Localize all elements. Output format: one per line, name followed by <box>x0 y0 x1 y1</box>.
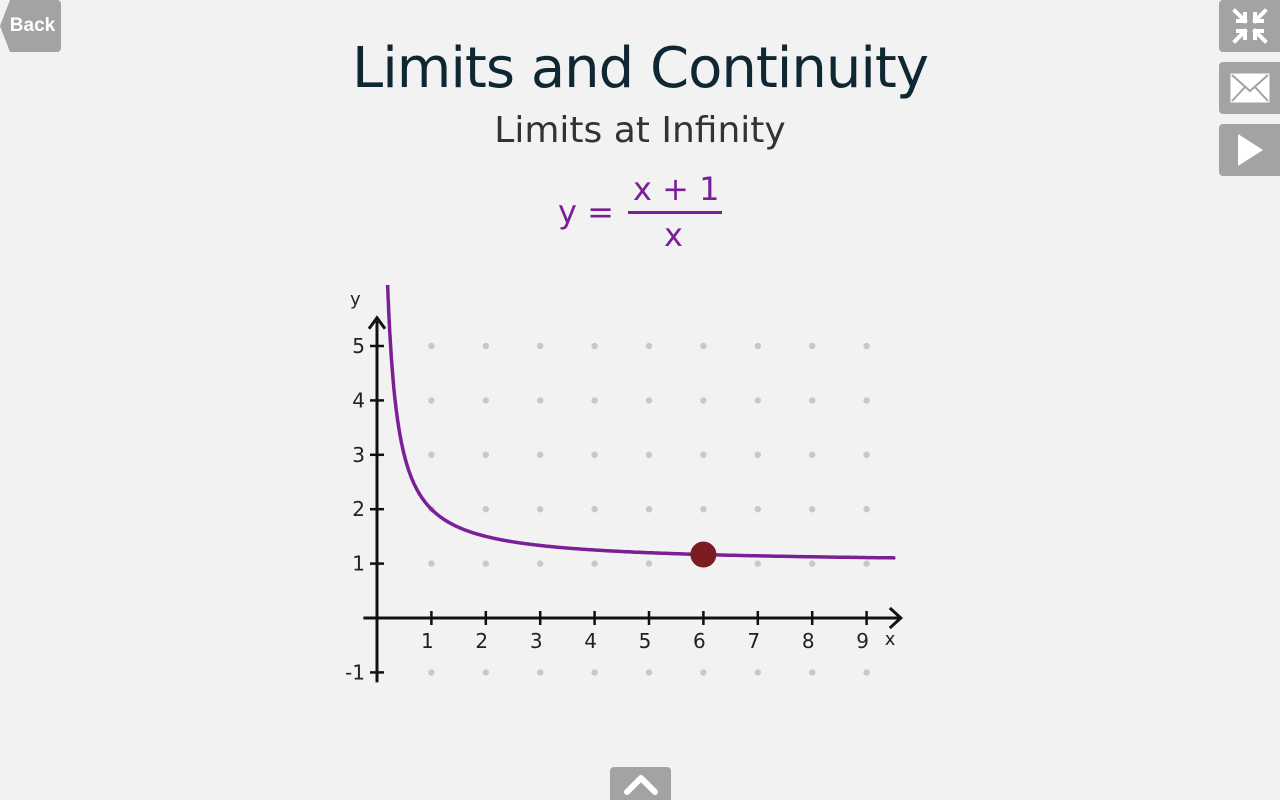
grid-dot <box>591 560 598 567</box>
y-tick-label: 3 <box>352 443 365 467</box>
x-tick-label: 5 <box>639 629 652 653</box>
formula-denominator: x <box>664 216 683 254</box>
grid-dot <box>863 451 870 458</box>
grid-dot <box>645 451 653 458</box>
grid-dot <box>591 451 598 458</box>
grid-dot <box>700 342 707 350</box>
grid-dot <box>754 342 761 350</box>
grid-dot <box>482 669 489 676</box>
grid-dot <box>482 506 489 513</box>
grid-dot <box>700 506 707 513</box>
grid-dot <box>863 560 870 567</box>
bottom-toggle-button[interactable] <box>610 767 671 800</box>
grid-dot <box>645 506 653 513</box>
x-tick-label: 2 <box>475 629 488 653</box>
grid-dot <box>863 506 870 513</box>
grid-dot <box>428 451 435 458</box>
grid-dot <box>591 397 598 404</box>
grid-dot <box>754 397 761 404</box>
grid-dot <box>482 451 489 458</box>
y-axis-label: y <box>350 289 361 310</box>
grid-dot <box>591 669 598 676</box>
grid-dot <box>482 560 489 567</box>
y-tick-label: 4 <box>352 388 365 412</box>
grid-dot <box>754 669 761 676</box>
grid-dot <box>428 669 435 676</box>
y-tick-label: -1 <box>345 660 365 684</box>
y-tick-label: 2 <box>352 497 365 521</box>
grid-dot <box>754 451 761 458</box>
grid-dot <box>537 342 544 350</box>
grid-dot <box>863 397 870 404</box>
grid-dot <box>537 560 544 567</box>
grid-dot <box>537 397 544 404</box>
grid-dot <box>537 506 544 513</box>
grid-dot <box>809 669 816 676</box>
grid-dot <box>809 506 816 513</box>
grid-dot <box>700 669 707 676</box>
grid-dot <box>700 397 707 404</box>
chevron-up-icon <box>623 774 658 795</box>
grid-dot <box>809 342 816 350</box>
grid-dot <box>754 506 761 513</box>
grid-dot <box>645 397 653 404</box>
lesson-title: Limits and Continuity <box>352 36 929 101</box>
x-tick-label: 8 <box>802 629 815 653</box>
x-tick-label: 4 <box>584 629 597 653</box>
grid-dot <box>428 560 435 567</box>
grid-dot <box>428 397 435 404</box>
formula-numerator: x + 1 <box>633 170 720 208</box>
x-tick-label: 1 <box>421 629 434 653</box>
x-axis-label: x <box>885 629 896 650</box>
grid-dot <box>537 669 544 676</box>
function-graph: 1 2 3 4 5 6 7 8 9 -1 1 2 3 4 5 x y <box>345 285 904 684</box>
grid-dot <box>591 506 598 513</box>
grid-dot <box>809 397 816 404</box>
x-tick-label: 3 <box>530 629 543 653</box>
lesson-subtitle: Limits at Infinity <box>494 110 786 151</box>
x-tick-label: 6 <box>693 629 706 653</box>
grid-dot <box>645 342 653 350</box>
x-tick-label: 9 <box>856 629 869 653</box>
grid-dot <box>591 342 598 350</box>
grid-dot <box>863 342 870 350</box>
formula-lhs: y = <box>558 193 614 231</box>
grid-dot <box>482 342 489 350</box>
y-tick-label: 5 <box>352 334 365 358</box>
highlight-point <box>690 541 717 568</box>
grid-dot <box>428 342 435 350</box>
grid-dot <box>700 451 707 458</box>
y-tick-label: 1 <box>352 552 365 576</box>
grid-dot <box>863 669 870 676</box>
grid-dot <box>809 560 816 567</box>
grid-dot <box>645 560 653 567</box>
fraction-bar <box>628 211 722 214</box>
formula: y = x + 1 x <box>555 168 735 258</box>
grid-dot <box>537 451 544 458</box>
grid-dot <box>645 669 653 676</box>
grid-dot <box>809 451 816 458</box>
function-curve <box>385 285 896 560</box>
grid-dot <box>754 560 761 567</box>
x-tick-label: 7 <box>747 629 760 653</box>
grid-dot <box>482 397 489 404</box>
